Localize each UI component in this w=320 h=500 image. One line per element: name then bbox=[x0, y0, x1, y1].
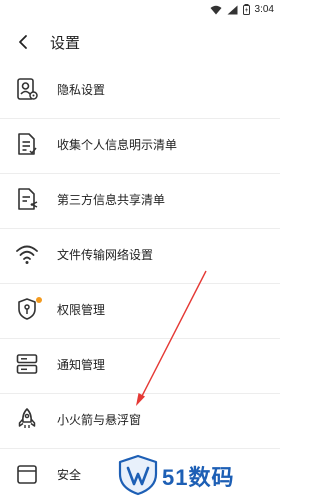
menu-item-label: 收集个人信息明示清单 bbox=[57, 138, 178, 152]
menu-item-personal-info-list[interactable]: 收集个人信息明示清单 bbox=[0, 119, 280, 173]
watermark: 51数码 bbox=[112, 452, 272, 498]
notification-panel-icon bbox=[16, 354, 38, 374]
menu-item-file-transfer-network[interactable]: 文件传输网络设置 bbox=[0, 229, 280, 283]
security-icon bbox=[17, 465, 37, 484]
status-icons: 3:04 bbox=[210, 4, 274, 15]
rocket-icon bbox=[18, 408, 36, 428]
header: 设置 bbox=[0, 20, 280, 64]
document-share-icon bbox=[18, 188, 38, 210]
privacy-profile-icon bbox=[17, 78, 38, 100]
menu-item-label: 隐私设置 bbox=[57, 83, 106, 97]
wifi-status-icon bbox=[210, 5, 222, 14]
menu-item-privacy-settings[interactable]: 隐私设置 bbox=[0, 64, 280, 118]
signal-icon bbox=[227, 5, 238, 14]
menu-item-label: 第三方信息共享清单 bbox=[57, 193, 166, 207]
menu-item-third-party-sharing-list[interactable]: 第三方信息共享清单 bbox=[0, 174, 280, 228]
status-bar: 3:04 bbox=[0, 0, 280, 20]
battery-icon bbox=[242, 4, 250, 15]
menu-item-label: 安全 bbox=[57, 468, 82, 482]
menu-item-rocket-floating-window[interactable]: 小火箭与悬浮窗 bbox=[0, 394, 280, 448]
watermark-shield-logo bbox=[118, 454, 158, 496]
status-time: 3:04 bbox=[254, 4, 274, 15]
menu-item-label: 小火箭与悬浮窗 bbox=[57, 413, 142, 427]
back-arrow-icon[interactable] bbox=[14, 32, 34, 52]
menu-item-label: 通知管理 bbox=[57, 358, 106, 372]
watermark-text: 51数码 bbox=[162, 465, 235, 490]
menu-item-label: 权限管理 bbox=[57, 303, 106, 317]
wifi-icon bbox=[16, 245, 38, 264]
document-list-icon bbox=[18, 133, 37, 155]
notification-badge-dot bbox=[36, 297, 42, 303]
menu-item-label: 文件传输网络设置 bbox=[57, 248, 154, 262]
page-title: 设置 bbox=[50, 35, 81, 52]
menu-item-permission-management[interactable]: 权限管理 bbox=[0, 284, 280, 338]
menu-item-notification-management[interactable]: 通知管理 bbox=[0, 339, 280, 393]
